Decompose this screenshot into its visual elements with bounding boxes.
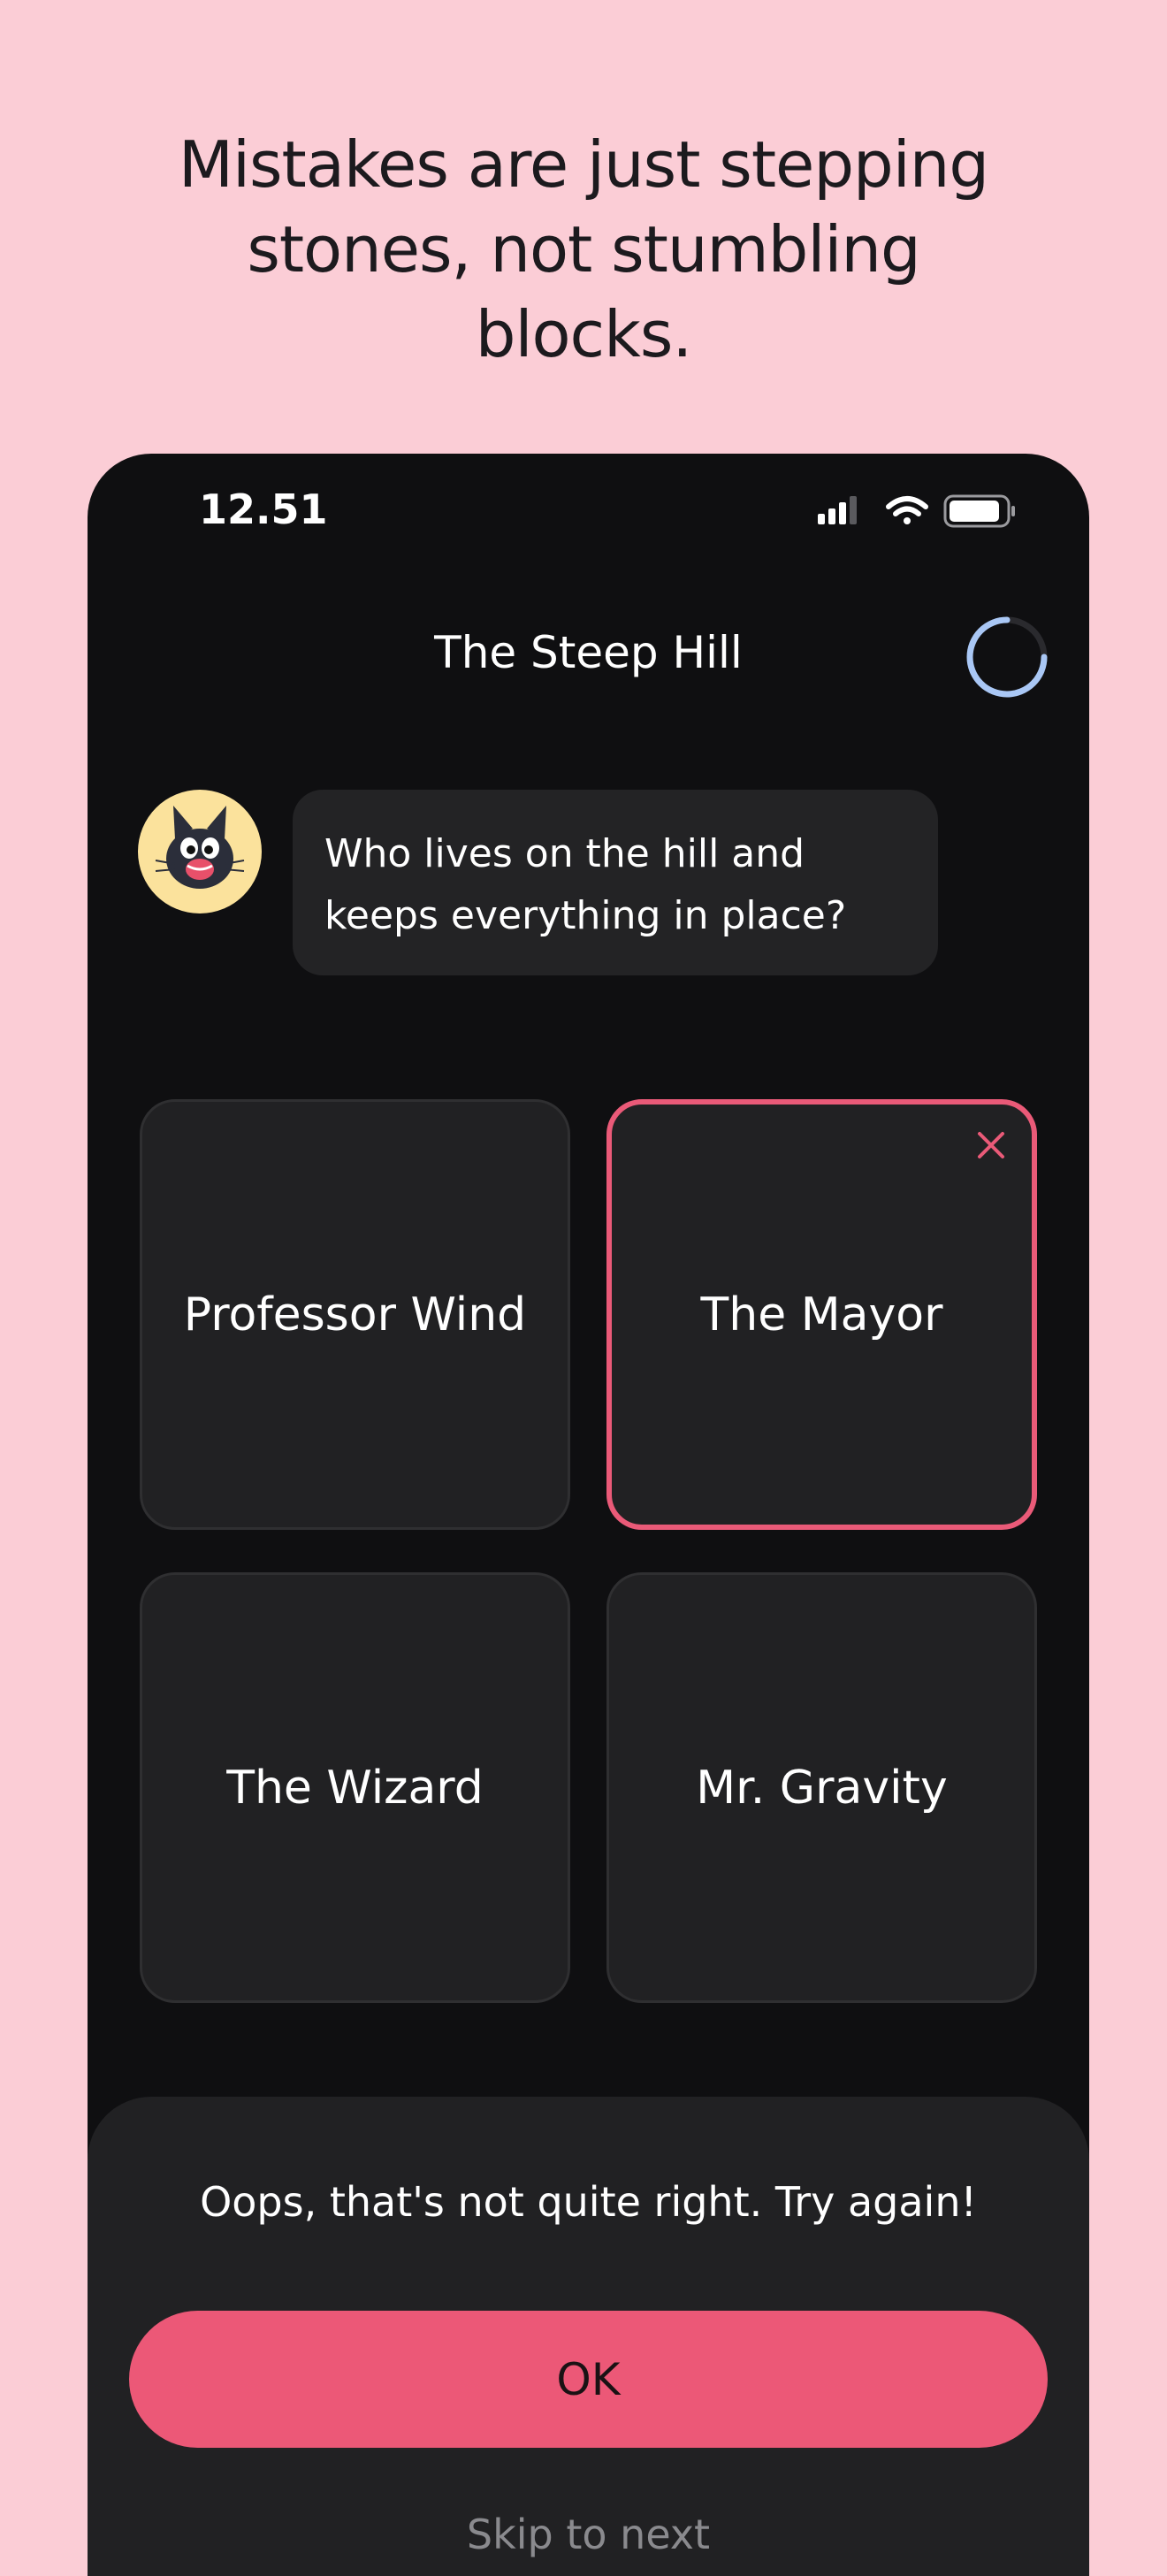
phone-screen: 12.51 The Steep Hill Who lives on the hi… [88, 454, 1089, 2576]
lesson-title: The Steep Hill [434, 627, 743, 678]
signal-icon [818, 496, 857, 524]
battery-icon [943, 494, 1015, 528]
question-bubble: Who lives on the hill and keeps everythi… [293, 790, 938, 975]
skip-link[interactable]: Skip to next [88, 2511, 1089, 2558]
status-time: 12.51 [199, 485, 328, 533]
answer-option-3[interactable]: The Wizard [140, 1572, 570, 2003]
cat-avatar-icon [138, 790, 262, 913]
progress-spinner-icon [966, 616, 1048, 698]
marketing-headline: Mistakes are just stepping stones, not s… [178, 127, 989, 371]
answer-option-4[interactable]: Mr. Gravity [606, 1572, 1037, 2003]
answer-option-2[interactable]: The Mayor [606, 1099, 1037, 1530]
feedback-sheet: Oops, that's not quite right. Try again!… [88, 2097, 1089, 2576]
close-icon [978, 1132, 1004, 1158]
ok-button[interactable]: OK [129, 2311, 1048, 2448]
feedback-message: Oops, that's not quite right. Try again! [200, 2178, 977, 2226]
answer-option-1[interactable]: Professor Wind [140, 1099, 570, 1530]
answer-option-label: The Mayor [700, 1288, 943, 1342]
status-icons [818, 489, 1030, 531]
wifi-icon [886, 496, 928, 524]
